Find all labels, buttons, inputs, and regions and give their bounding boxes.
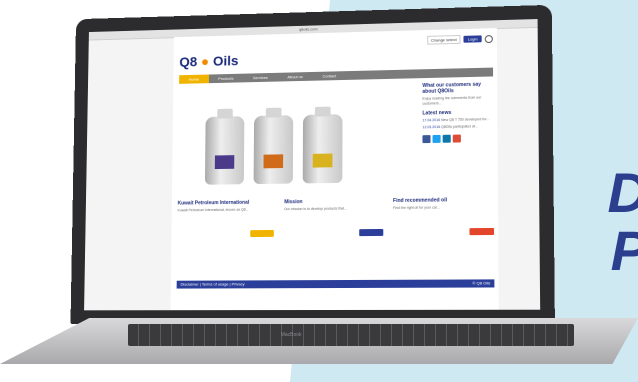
right-panel: What our customers say about Q8Oils Enjo… <box>422 81 493 144</box>
facebook-icon[interactable] <box>422 135 431 144</box>
footer-links[interactable]: Disclaimer | Terms of usage | Privacy <box>181 281 245 286</box>
news-text: Q8Oils participates at... <box>441 123 479 129</box>
nav-item-products[interactable]: Products <box>209 74 244 83</box>
testimonials-text: Enjoy reading the comments from our cust… <box>422 95 482 106</box>
news-date: 17.04.2016 <box>422 118 441 123</box>
social-links <box>422 134 493 144</box>
keyboard <box>127 324 575 346</box>
brand-drop-icon: ● <box>200 53 210 69</box>
brand-q8: Q8 <box>179 53 198 70</box>
laptop-lid: q8oils.com Q8 ● Oils Change select Login… <box>70 4 555 325</box>
read-more-button[interactable] <box>250 229 275 237</box>
product-bottle-3[interactable] <box>302 106 343 184</box>
nav-item-home[interactable]: Home <box>179 74 209 84</box>
column-title: Kuwait Petroleum International <box>177 199 250 207</box>
column-text: Kuwait Petroleum International, known as… <box>177 207 249 213</box>
language-select[interactable]: Change select <box>426 34 461 45</box>
footer-copyright: © Q8 Oils <box>472 280 491 286</box>
column-mission: Mission Our mission is to develop produc… <box>284 198 383 236</box>
nav-item-services[interactable]: Services <box>243 73 277 83</box>
hero-products <box>178 84 361 194</box>
laptop-label: MacBook <box>280 332 302 338</box>
main-nav: Home Products Services About us Contact <box>179 67 494 84</box>
read-more-button[interactable] <box>469 227 495 235</box>
twitter-icon[interactable] <box>432 134 441 143</box>
testimonials-title: What our customers say about Q8Oils <box>422 81 482 95</box>
news-item[interactable]: 17.04.2016 New Q8 T 750 developed for... <box>422 117 493 123</box>
column-title: Find recommended oil <box>392 197 447 205</box>
nav-item-contact[interactable]: Contact <box>313 71 346 81</box>
search-icon[interactable] <box>484 34 493 43</box>
product-bottle-1[interactable] <box>204 108 245 185</box>
column-text: Find the right oil for your car... <box>392 205 440 210</box>
brand-oils: Oils <box>212 52 239 69</box>
bottle-cap <box>314 106 331 117</box>
read-more-button[interactable] <box>358 228 383 236</box>
page-footer: Disclaimer | Terms of usage | Privacy © … <box>176 279 495 289</box>
header-utilities: Change select Login <box>426 34 493 45</box>
laptop-base <box>0 318 638 364</box>
news-title: Latest news <box>422 109 452 117</box>
news-date: 12.03.2016 <box>422 124 441 129</box>
side-text-1: D <box>608 160 638 225</box>
google-plus-icon[interactable] <box>452 134 461 143</box>
web-page: Q8 ● Oils Change select Login Home Produ… <box>170 28 499 311</box>
column-text: Our mission is to develop products that.… <box>284 206 348 212</box>
brand-logo[interactable]: Q8 ● Oils <box>179 53 238 70</box>
info-columns: Kuwait Petroleum International Kuwait Pe… <box>177 197 495 237</box>
news-text: New Q8 T 750 developed for... <box>441 117 490 123</box>
bottle-cap <box>265 107 282 118</box>
side-text-2: P <box>611 218 638 283</box>
nav-item-about[interactable]: About us <box>278 72 313 82</box>
laptop-screen: q8oils.com Q8 ● Oils Change select Login… <box>84 19 541 311</box>
bottle-cap <box>217 108 233 119</box>
product-bottle-2[interactable] <box>253 107 294 185</box>
column-title: Mission <box>284 199 303 206</box>
linkedin-icon[interactable] <box>442 134 451 143</box>
column-kpi: Kuwait Petroleum International Kuwait Pe… <box>177 199 275 237</box>
column-find-oil: Find recommended oil Find the right oil … <box>392 197 495 236</box>
login-button[interactable]: Login <box>463 35 482 43</box>
news-item[interactable]: 12.03.2016 Q8Oils participates at... <box>422 123 493 129</box>
